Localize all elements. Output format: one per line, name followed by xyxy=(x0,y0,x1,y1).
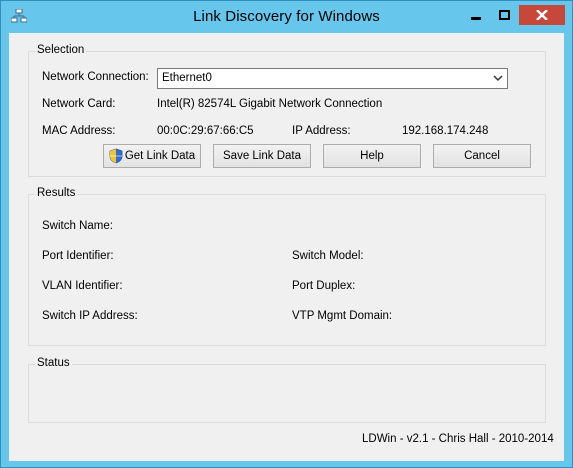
switch-model-label: Switch Model: xyxy=(292,250,364,262)
network-card-value: Intel(R) 82574L Gigabit Network Connecti… xyxy=(157,98,383,110)
status-group: Status xyxy=(28,357,546,423)
cancel-button[interactable]: Cancel xyxy=(433,144,531,168)
help-label: Help xyxy=(360,150,384,162)
port-identifier-label: Port Identifier: xyxy=(42,250,114,262)
selection-group: Selection Network Connection: Ethernet0 … xyxy=(28,44,546,177)
network-connection-value: Ethernet0 xyxy=(162,72,212,84)
maximize-button[interactable] xyxy=(491,5,517,25)
get-link-data-button[interactable]: Get Link Data xyxy=(103,144,201,168)
maximize-icon xyxy=(498,10,510,20)
vtp-mgmt-domain-label: VTP Mgmt Domain: xyxy=(292,310,393,322)
selection-legend: Selection xyxy=(35,44,87,56)
client-area: Selection Network Connection: Ethernet0 … xyxy=(9,33,564,461)
save-link-data-label: Save Link Data xyxy=(223,150,301,162)
shield-icon xyxy=(109,148,123,164)
chevron-down-icon xyxy=(493,75,503,82)
results-group: Results Switch Name: Port Identifier: Sw… xyxy=(28,187,546,346)
cancel-label: Cancel xyxy=(464,150,500,162)
minimize-icon xyxy=(471,17,481,20)
network-connection-select[interactable]: Ethernet0 xyxy=(157,68,508,89)
mac-address-value: 00:0C:29:67:66:C5 xyxy=(157,125,254,137)
version-text: LDWin - v2.1 - Chris Hall - 2010-2014 xyxy=(362,433,554,445)
results-legend: Results xyxy=(35,187,78,199)
minimize-button[interactable] xyxy=(463,5,489,25)
app-window: Link Discovery for Windows Selection Net… xyxy=(0,0,573,468)
mac-address-label: MAC Address: xyxy=(42,125,116,137)
switch-name-label: Switch Name: xyxy=(42,220,113,232)
status-legend: Status xyxy=(35,357,72,369)
title-bar[interactable]: Link Discovery for Windows xyxy=(1,1,572,33)
switch-ip-address-label: Switch IP Address: xyxy=(42,310,138,322)
ip-address-label: IP Address: xyxy=(292,125,351,137)
save-link-data-button[interactable]: Save Link Data xyxy=(213,144,311,168)
ip-address-value: 192.168.174.248 xyxy=(402,125,489,137)
help-button[interactable]: Help xyxy=(323,144,421,168)
close-icon xyxy=(536,10,548,20)
port-duplex-label: Port Duplex: xyxy=(292,280,356,292)
network-connection-label: Network Connection: xyxy=(42,71,149,83)
network-card-label: Network Card: xyxy=(42,98,116,110)
get-link-data-label: Get Link Data xyxy=(124,150,196,162)
vlan-identifier-label: VLAN Identifier: xyxy=(42,280,123,292)
close-button[interactable] xyxy=(519,5,565,25)
